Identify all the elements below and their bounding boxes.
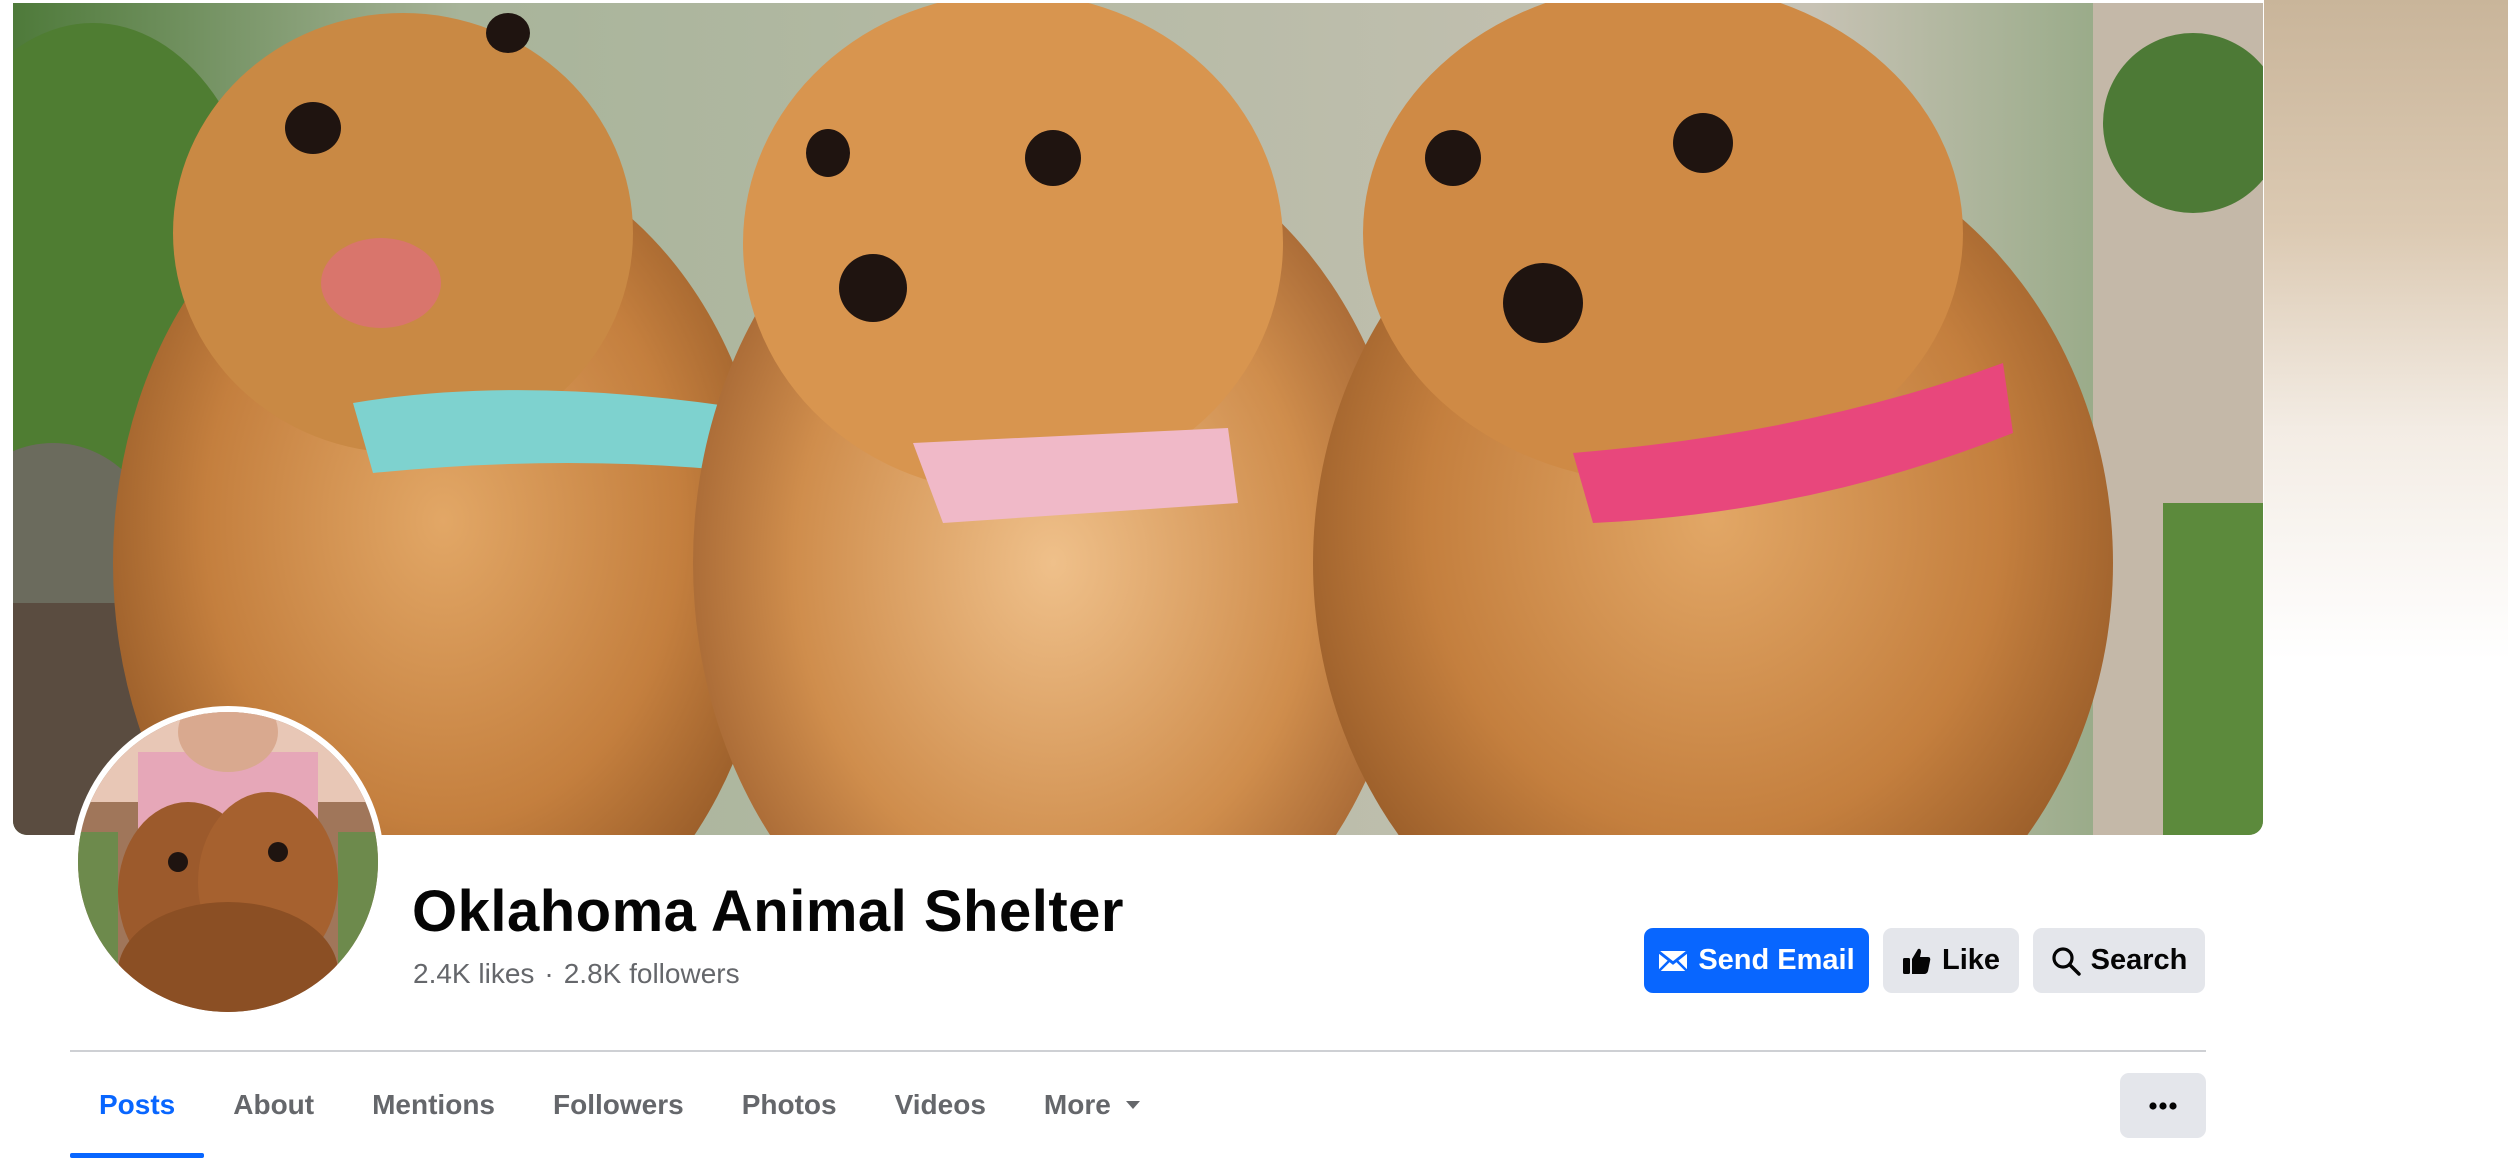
search-label: Search bbox=[2090, 944, 2188, 976]
tab-videos[interactable]: Videos bbox=[866, 1052, 1015, 1158]
tab-videos-label: Videos bbox=[894, 1089, 986, 1120]
like-button[interactable]: Like bbox=[1883, 928, 2019, 993]
tab-about-label: About bbox=[233, 1089, 315, 1120]
page-background-gradient bbox=[2264, 0, 2508, 660]
tab-posts-label: Posts bbox=[99, 1089, 176, 1120]
tab-photos-label: Photos bbox=[741, 1089, 837, 1120]
send-email-button[interactable]: Send Email bbox=[1644, 928, 1869, 993]
cover-photo[interactable] bbox=[13, 3, 2263, 835]
tab-about[interactable]: About bbox=[204, 1052, 343, 1158]
tab-followers[interactable]: Followers bbox=[524, 1052, 713, 1158]
tab-photos[interactable]: Photos bbox=[713, 1052, 866, 1158]
search-button[interactable]: Search bbox=[2033, 928, 2205, 993]
page-title: Oklahoma Animal Shelter bbox=[412, 879, 1125, 944]
profile-picture[interactable] bbox=[72, 706, 384, 1018]
followers-count[interactable]: 2.8K followers bbox=[564, 958, 740, 989]
page-tabs: Posts About Mentions Followers Photos Vi… bbox=[70, 1052, 1170, 1158]
send-email-label: Send Email bbox=[1698, 944, 1855, 976]
more-options-icon bbox=[2149, 1101, 2177, 1110]
tab-more-label: More bbox=[1043, 1089, 1111, 1120]
tab-followers-label: Followers bbox=[553, 1089, 684, 1120]
stats-separator: · bbox=[544, 958, 554, 989]
likes-count[interactable]: 2.4K likes bbox=[413, 958, 534, 989]
page-stats: 2.4K likes · 2.8K followers bbox=[413, 958, 740, 990]
caret-down-icon bbox=[1125, 1101, 1140, 1109]
envelope-icon bbox=[1658, 950, 1689, 972]
like-label: Like bbox=[1941, 944, 2001, 976]
tab-more[interactable]: More bbox=[1015, 1052, 1170, 1158]
tab-mentions-label: Mentions bbox=[372, 1089, 495, 1120]
thumbs-up-icon bbox=[1902, 948, 1931, 974]
tab-posts[interactable]: Posts bbox=[70, 1052, 205, 1158]
more-options-button[interactable] bbox=[2120, 1073, 2206, 1138]
search-icon bbox=[2052, 946, 2081, 976]
tab-mentions[interactable]: Mentions bbox=[343, 1052, 524, 1158]
